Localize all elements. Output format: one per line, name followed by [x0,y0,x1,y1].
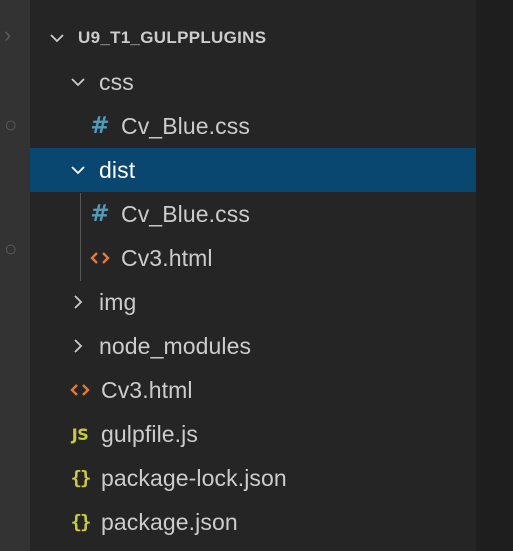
tree-folder-css[interactable]: css [30,60,513,104]
tree-item-label: Cv3.html [121,244,213,271]
tree-file-cv3-html[interactable]: Cv3.html [30,368,513,412]
chevron-right-icon[interactable] [67,291,89,313]
explorer-top-edge [30,0,476,10]
hash-icon: # [90,201,110,227]
tree-item-label: package-lock.json [101,464,287,491]
chevron-down-icon[interactable] [67,159,89,181]
tree-item-label: package.json [101,508,238,535]
tree-item-label: Cv3.html [101,376,193,403]
tree-folder-node-modules[interactable]: node_modules [30,324,513,368]
activity-item-icon[interactable]: ○ [4,114,26,136]
root-folder-label: U9_T1_GULPPLUGINS [78,28,267,47]
activity-chevron-icon[interactable]: › [4,24,26,46]
tree-file-package[interactable]: {} package.json [30,500,513,544]
tree-file-dist-cv-blue[interactable]: # Cv_Blue.css [30,192,513,236]
tree-file-package-lock[interactable]: {} package-lock.json [30,456,513,500]
activity-item-icon[interactable]: ○ [4,238,26,260]
tree-item-label: img [99,288,137,315]
html-brackets-icon [67,383,93,397]
tree-item-label: Cv_Blue.css [121,200,250,227]
chevron-down-icon[interactable] [46,27,68,49]
tree-folder-img[interactable]: img [30,280,513,324]
explorer-pane: U9_T1_GULPPLUGINS css # Cv_Blue.css dist… [30,0,513,551]
hash-icon: # [90,113,110,139]
chevron-down-icon[interactable] [67,71,89,93]
activity-bar: › ○ ○ [0,0,30,551]
chevron-right-icon[interactable] [67,335,89,357]
tree-item-label: gulpfile.js [101,420,198,447]
json-braces-icon: {} [70,467,92,489]
tree-item-label: Cv_Blue.css [121,112,250,139]
tree-file-css-cv-blue[interactable]: # Cv_Blue.css [30,104,513,148]
explorer-root-folder[interactable]: U9_T1_GULPPLUGINS [30,16,492,60]
editor-area [476,0,513,551]
tree-file-gulpfile[interactable]: JS gulpfile.js [30,412,513,456]
json-braces-icon: {} [70,511,92,533]
vscode-window: › ○ ○ U9_T1_GULPPLUGINS css # Cv_Blue.cs… [0,0,513,551]
tree-item-label: css [99,68,134,95]
js-icon: JS [71,424,89,444]
tree-item-label: dist [99,156,136,183]
html-brackets-icon [87,251,113,265]
tree-item-label: node_modules [99,332,252,359]
tree-folder-dist[interactable]: dist [30,148,513,192]
tree-file-dist-cv3-html[interactable]: Cv3.html [30,236,513,280]
